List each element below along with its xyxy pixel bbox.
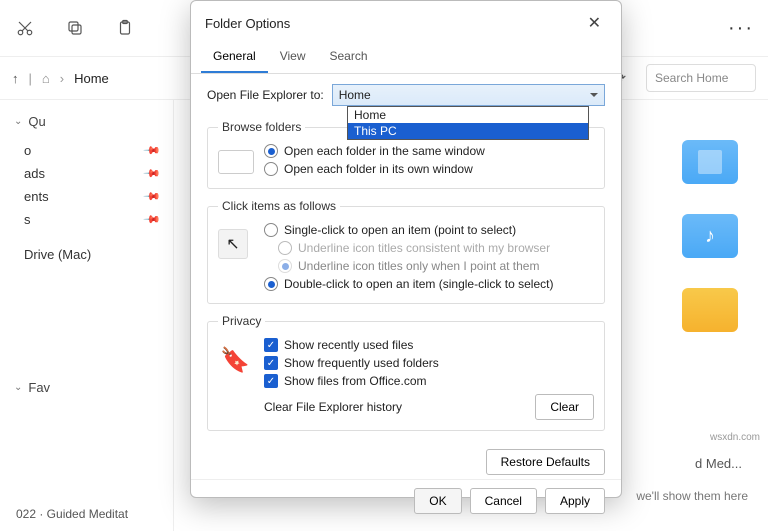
pin-icon: 📌 <box>143 164 162 183</box>
open-explorer-row: Open File Explorer to: Home Home This PC <box>207 84 605 106</box>
dialog-titlebar: Folder Options ✕ <box>191 1 621 43</box>
ok-button[interactable]: OK <box>414 488 461 514</box>
sidebar: ⌄Qu o📌 ads📌 ents📌 s📌 Drive (Mac) ⌄Fav <box>0 100 174 531</box>
radio-single-click[interactable]: Single-click to open an item (point to s… <box>218 221 594 239</box>
check-office-files[interactable]: Show files from Office.com <box>218 372 594 390</box>
chevron-down-icon: ⌄ <box>14 382 22 393</box>
item-label: d Med... <box>695 456 742 471</box>
check-recent-files[interactable]: Show recently used files <box>218 336 594 354</box>
sidebar-item[interactable]: o📌 <box>6 139 167 162</box>
search-input[interactable]: Search Home <box>646 64 756 92</box>
overflow-menu[interactable]: ··· <box>728 17 754 40</box>
open-explorer-combo[interactable]: Home <box>332 84 605 106</box>
paste-icon[interactable] <box>114 17 136 39</box>
radio-icon <box>264 223 278 237</box>
chevron-down-icon: ⌄ <box>14 116 22 127</box>
sidebar-item[interactable]: ads📌 <box>6 162 167 185</box>
checkbox-icon <box>264 356 278 370</box>
close-icon[interactable]: ✕ <box>582 11 607 35</box>
apply-button[interactable]: Apply <box>545 488 605 514</box>
hint-text: we'll show them here <box>636 489 748 503</box>
tab-search[interactable]: Search <box>318 43 380 73</box>
folder-options-dialog: Folder Options ✕ General View Search Ope… <box>190 0 622 498</box>
restore-defaults-button[interactable]: Restore Defaults <box>486 449 605 475</box>
checkbox-icon <box>264 374 278 388</box>
radio-icon <box>278 259 292 273</box>
clear-history-label: Clear File Explorer history <box>264 400 402 414</box>
breadcrumb-home[interactable]: Home <box>74 71 109 86</box>
radio-icon <box>264 162 278 176</box>
dialog-title: Folder Options <box>205 16 290 31</box>
checkbox-icon <box>264 338 278 352</box>
copy-icon[interactable] <box>64 17 86 39</box>
watermark: wsxdn.com <box>710 432 760 443</box>
dialog-tabs: General View Search <box>191 43 621 74</box>
window-icon <box>218 150 254 174</box>
group-click-items: Click items as follows ↖ Single-click to… <box>207 199 605 304</box>
cancel-button[interactable]: Cancel <box>470 488 537 514</box>
open-explorer-dropdown: Home This PC <box>347 106 589 140</box>
folder-music-icon[interactable]: ♪ <box>682 214 738 258</box>
pin-icon: 📌 <box>143 187 162 206</box>
status-bar: 022 · Guided Meditat <box>16 507 128 521</box>
pin-icon: 📌 <box>143 141 162 160</box>
radio-underline-browser: Underline icon titles consistent with my… <box>218 239 594 257</box>
folder-downloads-icon[interactable] <box>682 288 738 332</box>
radio-icon <box>264 277 278 291</box>
pin-icon: 📌 <box>143 210 162 229</box>
dropdown-item-thispc[interactable]: This PC <box>348 123 588 139</box>
sidebar-item[interactable]: s📌 <box>6 208 167 231</box>
home-icon[interactable]: ⌂ <box>42 71 50 86</box>
up-icon[interactable]: ↑ <box>12 71 19 86</box>
dropdown-item-home[interactable]: Home <box>348 107 588 123</box>
tab-view[interactable]: View <box>268 43 318 73</box>
group-privacy: Privacy 🔖 Show recently used files Show … <box>207 314 605 431</box>
privacy-icon: 🔖 <box>220 346 250 375</box>
clear-button[interactable]: Clear <box>535 394 594 420</box>
radio-same-window[interactable]: Open each folder in the same window <box>218 142 594 160</box>
radio-own-window[interactable]: Open each folder in its own window <box>218 160 594 178</box>
sidebar-group-quick[interactable]: ⌄Qu <box>6 110 167 133</box>
folder-documents-icon[interactable] <box>682 140 738 184</box>
check-frequent-folders[interactable]: Show frequently used folders <box>218 354 594 372</box>
radio-icon <box>278 241 292 255</box>
cursor-icon: ↖ <box>218 229 248 259</box>
tab-general[interactable]: General <box>201 43 268 73</box>
radio-icon <box>264 144 278 158</box>
cut-icon[interactable] <box>14 17 36 39</box>
open-explorer-label: Open File Explorer to: <box>207 88 324 102</box>
sidebar-group-fav[interactable]: ⌄Fav <box>6 376 167 399</box>
dialog-buttons: OK Cancel Apply <box>191 479 621 526</box>
sidebar-item-drive[interactable]: Drive (Mac) <box>6 243 167 266</box>
radio-double-click[interactable]: Double-click to open an item (single-cli… <box>218 275 594 293</box>
radio-underline-point: Underline icon titles only when I point … <box>218 257 594 275</box>
sidebar-item[interactable]: ents📌 <box>6 185 167 208</box>
